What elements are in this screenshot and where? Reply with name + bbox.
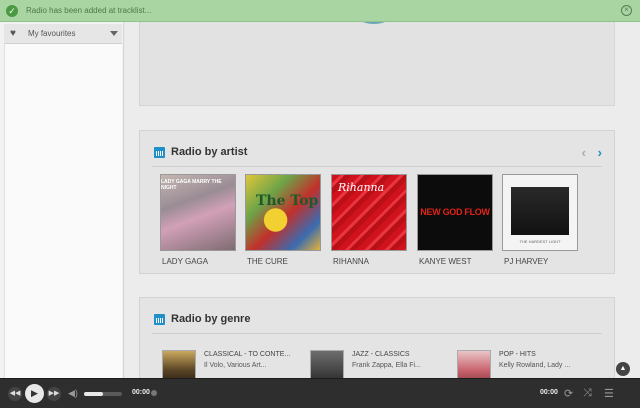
next-button[interactable]: ▶▶ [47,387,61,401]
artist-name[interactable]: LADY GAGA [160,257,236,266]
check-icon: ✓ [6,4,18,17]
artist-name[interactable]: THE CURE [245,257,321,266]
artist-card-kanye-west[interactable]: NEW GOD FLOW KANYE WEST [417,174,493,266]
artist-card-lady-gaga[interactable]: LADY GAGA MARRY THE NIGHT LADY GAGA [160,174,236,266]
divider [152,333,602,334]
artist-name[interactable]: RIHANNA [331,257,407,266]
radio-icon [154,313,165,325]
chevron-left-icon[interactable]: ‹ [582,145,586,160]
artist-card-rihanna[interactable]: Rihanna RIHANNA [331,174,407,266]
cover-text: The Top [256,193,319,209]
radio-by-artist-section: Radio by artist ‹ › LADY GAGA MARRY THE … [139,130,615,274]
genre-artists: Il Volo, Various Art... [204,362,267,369]
radio-by-genre-section: Radio by genre CLASSICAL - TO CONTE... I… [139,297,615,384]
scroll-to-top-button[interactable]: ▲ [616,362,630,376]
genre-title[interactable]: CLASSICAL - TO CONTE... [204,351,290,358]
volume-slider[interactable] [84,392,122,396]
genre-title[interactable]: POP - HITS [499,351,570,358]
close-icon[interactable]: × [621,5,632,16]
notification-bar: ✓ Radio has been added at tracklist... × [0,0,640,22]
volume-level [84,392,103,396]
repeat-icon[interactable]: ⟳ [564,387,573,400]
seek-handle[interactable] [151,390,157,396]
chevron-down-icon [110,31,118,36]
time-elapsed: 00:00 [132,389,150,396]
sidebar-panel [4,44,122,378]
album-cover[interactable]: Rihanna [331,174,407,251]
artist-card-pj-harvey[interactable]: THE HARDEST LIGHT PJ HARVEY [502,174,578,266]
shuffle-icon[interactable]: ⤨ [583,387,592,400]
cover-text: Rihanna [338,181,385,194]
cover-text: LADY GAGA MARRY THE NIGHT [161,179,222,191]
heart-icon: ♥ [10,28,16,39]
play-button[interactable]: ▶ [25,384,44,403]
my-favourites-dropdown[interactable]: ♥ My favourites [4,24,122,44]
player-bar: ◀◀ ▶ ▶▶ ◀) 00:00 00:00 ⟳ ⤨ ☰ [0,378,640,408]
album-cover[interactable]: The Top [245,174,321,251]
genre-title[interactable]: JAZZ - CLASSICS [352,351,421,358]
main-content: Radio by artist ‹ › LADY GAGA MARRY THE … [125,0,640,384]
artist-name[interactable]: KANYE WEST [417,257,493,266]
cover-text: THE HARDEST LIGHT [519,239,561,244]
sidebar: ♥ My favourites [0,0,124,378]
section-title: Radio by artist [171,146,248,158]
my-favourites-label: My favourites [27,29,76,38]
album-cover[interactable]: THE HARDEST LIGHT [502,174,578,251]
section-title: Radio by genre [171,313,251,325]
genre-artists: Frank Zappa, Ella Fi... [352,362,421,369]
notification-message: Radio has been added at tracklist... [26,6,152,15]
previous-button[interactable]: ◀◀ [8,387,22,401]
album-cover[interactable]: LADY GAGA MARRY THE NIGHT [160,174,236,251]
chevron-right-icon[interactable]: › [598,145,602,160]
artist-name[interactable]: PJ HARVEY [502,257,578,266]
divider [152,166,602,167]
time-total: 00:00 [540,389,558,396]
volume-icon[interactable]: ◀) [68,388,78,399]
cover-text: NEW GOD FLOW [420,207,490,217]
queue-icon[interactable]: ☰ [604,387,614,400]
album-cover[interactable]: NEW GOD FLOW [417,174,493,251]
genre-artists: Kelly Rowland, Lady ... [499,362,571,369]
radio-icon [154,146,165,158]
artist-card-the-cure[interactable]: The Top THE CURE [245,174,321,266]
